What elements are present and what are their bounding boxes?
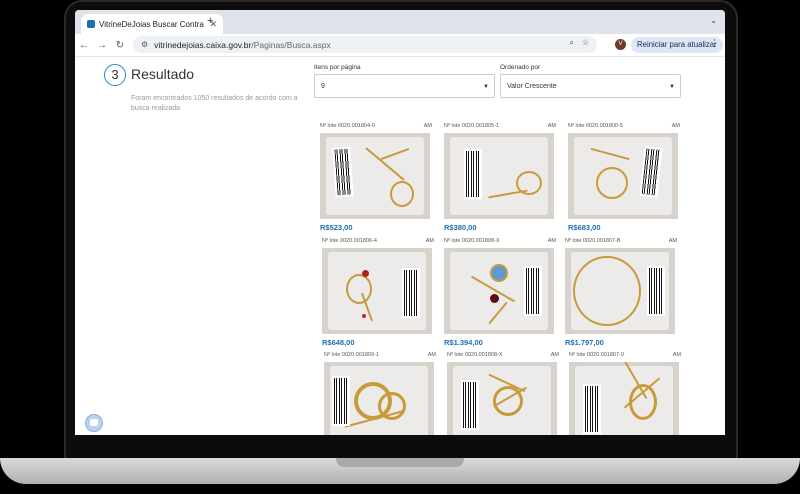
items-per-page-value: 9 xyxy=(321,83,325,90)
product-photo[interactable] xyxy=(324,362,434,435)
chat-bubble-icon[interactable] xyxy=(85,414,103,432)
new-tab-icon[interactable]: + xyxy=(207,15,213,27)
step-badge: 3 xyxy=(104,64,126,86)
product-price: R$1.394,00 xyxy=(444,338,483,347)
tab-title: VitrineDeJoias Buscar Contra xyxy=(99,19,204,29)
product-photo[interactable] xyxy=(447,362,557,435)
browser-toolbar: ← → ↻ ⚙ vitrinedejoias.caixa.gov.br/Pagi… xyxy=(75,34,725,57)
tab-bar: VitrineDeJoias Buscar Contra ✕ + ⌄ xyxy=(75,10,725,34)
state-badge: AM xyxy=(427,352,436,358)
trackpad-notch xyxy=(336,458,464,467)
browser-tab[interactable]: VitrineDeJoias Buscar Contra ✕ xyxy=(81,14,223,34)
product-card[interactable]: Nº lote 0020.001800-5 AM R$683,00 xyxy=(568,123,680,232)
sort-select[interactable]: Valor Crescente ▼ xyxy=(500,74,681,98)
bookmark-star-icon[interactable]: ☆ xyxy=(582,38,589,47)
state-badge: AM xyxy=(425,238,434,244)
product-photo[interactable] xyxy=(444,248,554,334)
dropdown-caret-icon: ▼ xyxy=(669,84,675,90)
product-photo[interactable] xyxy=(320,133,430,219)
browser-window: VitrineDeJoias Buscar Contra ✕ + ⌄ ← → ↻… xyxy=(75,10,725,435)
product-price: R$1.797,00 xyxy=(565,338,604,347)
lot-number: Nº lote 0020.001804-0 xyxy=(320,123,375,129)
avatar[interactable]: V xyxy=(615,39,626,50)
lot-number: Nº lote 0020.001808-X xyxy=(447,352,503,358)
state-badge: AM xyxy=(668,238,677,244)
product-card[interactable]: Nº lote 0020.001806-4 AM R$648,00 xyxy=(322,238,434,347)
product-photo[interactable] xyxy=(322,248,432,334)
lot-number: Nº lote 0020.001805-1 xyxy=(444,123,499,129)
forward-icon[interactable]: → xyxy=(93,40,111,51)
kebab-menu-icon[interactable]: ⋮ xyxy=(710,38,719,49)
site-info-icon[interactable]: ⚙ xyxy=(141,40,148,49)
lot-number: Nº lote 0020.001807-0 xyxy=(569,352,624,358)
items-per-page-select[interactable]: 9 ▼ xyxy=(314,74,495,98)
lot-number: Nº lote 0020.001806-4 xyxy=(322,238,377,244)
dropdown-caret-icon: ▼ xyxy=(483,84,489,90)
sort-value: Valor Crescente xyxy=(507,83,557,90)
address-bar[interactable]: ⚙ vitrinedejoias.caixa.gov.br/Paginas/Bu… xyxy=(133,36,597,53)
sort-label: Ordenado por xyxy=(500,64,541,71)
url-host: vitrinedejoias.caixa.gov.br xyxy=(154,39,252,50)
page-content: 3 Resultado Foram encontrados 1050 resul… xyxy=(75,56,725,435)
product-price: R$523,00 xyxy=(320,223,353,232)
state-badge: AM xyxy=(550,352,559,358)
product-card[interactable]: Nº lote 0020.001807-0 AM xyxy=(569,352,681,435)
product-price: R$380,00 xyxy=(444,223,477,232)
product-price: R$683,00 xyxy=(568,223,601,232)
product-photo[interactable] xyxy=(444,133,554,219)
state-badge: AM xyxy=(547,123,556,129)
reload-icon[interactable]: ↻ xyxy=(111,40,129,51)
laptop-base xyxy=(0,458,800,484)
restart-update-button[interactable]: Reiniciar para atualizar xyxy=(631,37,723,53)
items-per-page-label: Itens por página xyxy=(314,64,361,71)
url-path: /Paginas/Busca.aspx xyxy=(251,39,331,50)
section-title: Resultado xyxy=(131,66,195,82)
state-badge: AM xyxy=(547,238,556,244)
lot-number: Nº lote 0020.001800-5 xyxy=(568,123,623,129)
product-photo[interactable] xyxy=(565,248,675,334)
product-card[interactable]: Nº lote 0020.001804-0 AM R$523,00 xyxy=(320,123,432,232)
product-card[interactable]: Nº lote 0020.001805-1 AM R$380,00 xyxy=(444,123,556,232)
favicon-icon xyxy=(87,20,95,28)
chevron-down-icon[interactable]: ⌄ xyxy=(710,16,717,25)
state-badge: AM xyxy=(671,123,680,129)
product-card[interactable]: Nº lote 0020.001807-B AM R$1.797,00 xyxy=(565,238,677,347)
omnibox-actions: ⌕ ☆ xyxy=(561,38,589,48)
product-photo[interactable] xyxy=(568,133,678,219)
lot-number: Nº lote 0020.001809-1 xyxy=(324,352,379,358)
lot-number: Nº lote 0020.001807-B xyxy=(565,238,621,244)
state-badge: AM xyxy=(672,352,681,358)
lot-number: Nº lote 0020.001808-X xyxy=(444,238,500,244)
product-card[interactable]: Nº lote 0020.001808-X AM xyxy=(447,352,559,435)
product-card[interactable]: Nº lote 0020.001808-X AM R$1.394,00 xyxy=(444,238,556,347)
product-price: R$648,00 xyxy=(322,338,355,347)
back-icon[interactable]: ← xyxy=(75,40,93,51)
results-count-text: Foram encontrados 1050 resultados de aco… xyxy=(131,95,298,112)
product-card[interactable]: Nº lote 0020.001809-1 AM xyxy=(324,352,436,435)
zoom-icon[interactable]: ⌕ xyxy=(569,38,573,47)
state-badge: AM xyxy=(423,123,432,129)
product-photo[interactable] xyxy=(569,362,679,435)
